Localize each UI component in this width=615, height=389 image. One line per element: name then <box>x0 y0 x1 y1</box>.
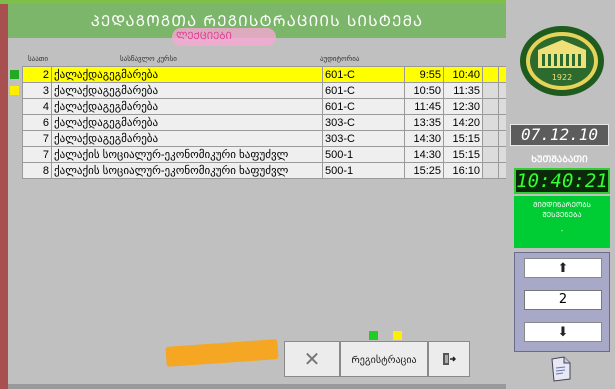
row-start-time: 15:25 <box>404 162 444 179</box>
seal-year: 1922 <box>552 73 572 82</box>
row-end-time: 11:35 <box>443 82 483 99</box>
col-course: სასწავლო კურსი <box>120 55 177 63</box>
row-room: 601-C <box>322 82 405 99</box>
row-indicator <box>10 70 19 79</box>
green-box-text: ᲛᲘᲛᲓᲘᲜᲐᲠᲔᲝᲑᲡ ᲨᲔᲡᲕᲔᲜᲔᲑᲐ <box>532 201 592 219</box>
row-end-time: 14:20 <box>443 114 483 131</box>
arrow-up-icon: ⬆ <box>557 260 569 276</box>
row-end-time: 16:10 <box>443 162 483 179</box>
row-room: 303-C <box>322 114 405 131</box>
row-start-time: 10:50 <box>404 82 444 99</box>
row-number: 8 <box>22 162 52 179</box>
col-hour: საათი <box>28 55 48 63</box>
row-start-time: 9:55 <box>404 66 444 83</box>
row-room: 500-1 <box>322 162 405 179</box>
row-indicator <box>10 86 19 95</box>
left-edge-bar <box>0 4 8 389</box>
register-label: Რეგისტრაცია <box>351 355 417 366</box>
status-green <box>369 331 378 340</box>
document-icon <box>551 356 571 382</box>
row-number: 2 <box>22 66 52 83</box>
info-green-box: ᲛᲘᲛᲓᲘᲜᲐᲠᲔᲝᲑᲡ ᲨᲔᲡᲕᲔᲜᲔᲑᲐ - <box>514 196 610 248</box>
table-row[interactable]: 2 ქალაქდაგეგმარება 601-C 9:55 10:40 <box>22 66 515 83</box>
row-start-time: 14:30 <box>404 146 444 163</box>
weekday-label: ᲮᲣᲗᲨᲐᲑᲐᲗᲘ <box>531 155 588 165</box>
row-number: 4 <box>22 98 52 115</box>
page-up-button[interactable]: ⬆ <box>524 258 602 278</box>
table-row[interactable]: 7 ქალაქდაგეგმარება 303-C 14:30 15:15 <box>22 130 515 147</box>
row-room: 601-C <box>322 98 405 115</box>
row-end-time: 12:30 <box>443 98 483 115</box>
row-end-time: 15:15 <box>443 146 483 163</box>
table-row[interactable]: 6 ქალაქდაგეგმარება 303-C 13:35 14:20 <box>22 114 515 131</box>
table-row[interactable]: 8 ქალაქის სოციალურ-ეკონომიკური ხაფუძვლ 500… <box>22 162 515 179</box>
seal-icon: 1922 <box>520 26 604 96</box>
table-row[interactable]: 4 ქალაქდაგეგმარება 601-C 11:45 12:30 <box>22 98 515 115</box>
clock-display: 10:40:21 <box>514 168 610 194</box>
schedule-table: 2 ქალაქდაგეგმარება 601-C 9:55 10:40 3 ქალაქდაგ… <box>22 66 515 179</box>
row-room: 601-C <box>322 66 405 83</box>
exit-icon <box>443 353 456 365</box>
close-icon: ✕ <box>303 347 321 371</box>
row-empty-cell <box>482 130 499 147</box>
row-room: 303-C <box>322 130 405 147</box>
arrow-down-icon: ⬇ <box>557 324 569 340</box>
row-start-time: 11:45 <box>404 98 444 115</box>
register-button[interactable]: Რეგისტრაცია <box>340 341 428 377</box>
row-number: 6 <box>22 114 52 131</box>
university-seal: 1922 <box>518 24 606 98</box>
row-course: ქალაქდაგეგმარება <box>51 66 323 83</box>
page-down-button[interactable]: ⬇ <box>524 322 602 342</box>
row-course: ქალაქის სოციალურ-ეკონომიკური ხაფუძვლ <box>51 146 323 163</box>
row-start-time: 14:30 <box>404 130 444 147</box>
row-number: 3 <box>22 82 52 99</box>
row-empty-cell <box>482 82 499 99</box>
green-box-sub: - <box>560 227 564 235</box>
row-course: ქალაქდაგეგმარება <box>51 130 323 147</box>
row-number: 7 <box>22 146 52 163</box>
row-start-time: 13:35 <box>404 114 444 131</box>
row-empty-cell <box>482 146 499 163</box>
row-end-time: 10:40 <box>443 66 483 83</box>
col-room: აუდიტორია <box>320 55 360 63</box>
row-number: 7 <box>22 130 52 147</box>
row-empty-cell <box>482 66 499 83</box>
exit-button[interactable] <box>428 341 470 377</box>
row-empty-cell <box>482 162 499 179</box>
page-number: 2 <box>524 290 602 310</box>
row-empty-cell <box>482 98 499 115</box>
row-course: ქალაქის სოციალურ-ეკონომიკური ხაფუძვლ <box>51 162 323 179</box>
row-end-time: 15:15 <box>443 130 483 147</box>
cancel-button[interactable]: ✕ <box>284 341 340 377</box>
row-course: ქალაქდაგეგმარება <box>51 114 323 131</box>
row-room: 500-1 <box>322 146 405 163</box>
row-course: ქალაქდაგეგმარება <box>51 82 323 99</box>
row-course: ქალაქდაგეგმარება <box>51 98 323 115</box>
schedule-subtitle: ᲚᲔᲥᲪᲘᲔᲑᲘ <box>176 31 232 42</box>
table-row[interactable]: 3 ქალაქდაგეგმარება 601-C 10:50 11:35 <box>22 82 515 99</box>
date-display: 07.12.10 <box>510 124 609 146</box>
row-empty-cell <box>482 114 499 131</box>
table-row[interactable]: 7 ქალაქის სოციალურ-ეკონომიკური ხაფუძვლ 500… <box>22 146 515 163</box>
status-yellow <box>393 331 402 340</box>
document-button[interactable] <box>549 356 573 382</box>
